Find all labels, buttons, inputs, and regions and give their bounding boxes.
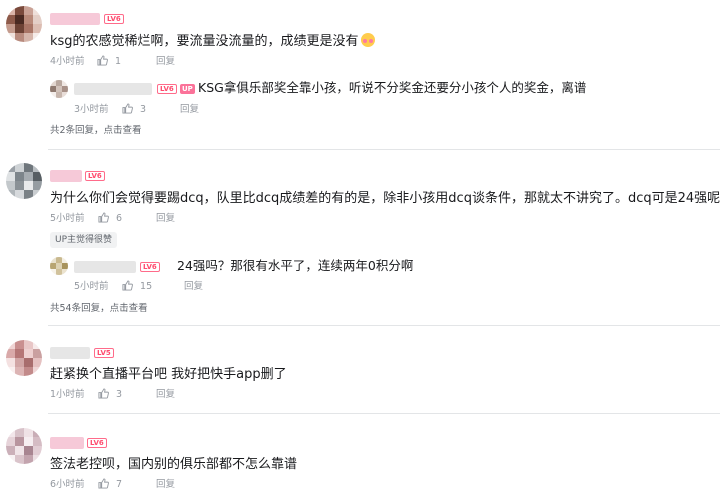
reply-text: KSG拿俱乐部奖全靠小孩，听说不分奖金还要分小孩个人的奖金，离谱 <box>198 80 587 95</box>
comment-text: 为什么你们会觉得要踢dcq，队里比dcq成绩差的有的是，除非小孩用dcq谈条件，… <box>50 191 720 206</box>
like-button[interactable]: 6 <box>98 212 122 226</box>
reply-like-button[interactable]: 15 <box>122 280 152 294</box>
reply-avatar[interactable] <box>50 80 68 98</box>
avatar[interactable] <box>6 428 42 464</box>
comment-item: LV5 赶紧换个直播平台吧 我好把快手app删了 1小时前 3 回复 <box>0 326 720 412</box>
level-badge: LV6 <box>104 14 124 24</box>
like-button[interactable]: 3 <box>98 388 122 402</box>
username[interactable] <box>50 170 82 182</box>
reply-reply-button[interactable]: 回复 <box>180 103 199 117</box>
reply-level-badge: LV6 <box>140 262 160 272</box>
reply-avatar[interactable] <box>50 257 68 275</box>
like-button[interactable]: 1 <box>97 55 121 69</box>
level-badge: LV6 <box>87 438 107 448</box>
like-count: 7 <box>116 479 123 490</box>
reply-meta: 5小时前 15 回复 <box>74 280 274 294</box>
reply-button[interactable]: 回复 <box>156 478 175 492</box>
avatar[interactable] <box>6 340 42 376</box>
thumb-up-icon <box>98 478 109 489</box>
thumb-up-icon <box>98 388 109 399</box>
reply-summary[interactable]: 共54条回复，点击查看 <box>50 302 148 316</box>
reply-like-button[interactable]: 3 <box>122 103 146 117</box>
thumb-up-icon <box>97 55 108 66</box>
like-button[interactable]: 7 <box>98 478 122 492</box>
comment-text-body: ksg的农感觉稀烂啊，要流量没流量的，成绩更是没有 <box>50 34 359 49</box>
reply-summary[interactable]: 共2条回复，点击查看 <box>50 124 142 138</box>
reply-timestamp: 5小时前 <box>74 281 109 292</box>
reply-meta: 3小时前 3 回复 <box>74 103 274 117</box>
comment-meta: 6小时前 7 回复 <box>50 478 250 492</box>
comment-item: LV6 为什么你们会觉得要踢dcq，队里比dcq成绩差的有的是，除非小孩用dcq… <box>0 150 720 330</box>
reply-text: 24强吗？那很有水平了，连续两年0积分啊 <box>177 258 414 273</box>
timestamp: 1小时前 <box>50 389 85 400</box>
level-badge: LV5 <box>94 348 114 358</box>
reply-count-text: 共54条回复， <box>50 303 110 314</box>
thumb-up-icon <box>122 280 133 291</box>
comment-text: 签法老控呗，国内别的俱乐部都不怎么靠谱 <box>50 457 298 472</box>
blush-emoji-icon <box>360 33 375 47</box>
username[interactable] <box>50 347 90 359</box>
reply-timestamp: 3小时前 <box>74 104 109 115</box>
comment-item: LV6 ksg的农感觉稀烂啊，要流量没流量的，成绩更是没有 4小时前 1 回复 … <box>0 0 720 150</box>
like-count: 6 <box>116 213 123 224</box>
timestamp: 6小时前 <box>50 479 85 490</box>
avatar[interactable] <box>6 163 42 199</box>
reply-button[interactable]: 回复 <box>156 55 175 69</box>
thumb-up-icon <box>122 103 133 114</box>
reply-reply-button[interactable]: 回复 <box>184 280 203 294</box>
up-badge: UP <box>180 84 195 94</box>
comment-item: LV6 签法老控呗，国内别的俱乐部都不怎么靠谱 6小时前 7 回复 <box>0 414 720 499</box>
comment-text: 赶紧换个直播平台吧 我好把快手app删了 <box>50 367 287 382</box>
up-liked-badge: UP主觉得很赞 <box>50 232 118 248</box>
reply-like-count: 15 <box>140 281 153 292</box>
username[interactable] <box>50 437 84 449</box>
reply-level-badge: LV6 <box>157 84 177 94</box>
reply-username[interactable] <box>74 261 136 273</box>
thumb-up-icon <box>98 212 109 223</box>
comment-text: ksg的农感觉稀烂啊，要流量没流量的，成绩更是没有 <box>50 33 375 51</box>
like-count: 1 <box>115 56 122 67</box>
like-count: 3 <box>116 389 123 400</box>
reply-button[interactable]: 回复 <box>156 212 175 226</box>
comment-meta: 5小时前 6 回复 <box>50 212 250 226</box>
comment-meta: 4小时前 1 回复 <box>50 55 250 69</box>
view-replies-link[interactable]: 点击查看 <box>104 125 142 136</box>
username[interactable] <box>50 13 100 25</box>
timestamp: 4小时前 <box>50 56 85 67</box>
comment-meta: 1小时前 3 回复 <box>50 388 250 402</box>
reply-like-count: 3 <box>140 104 147 115</box>
view-replies-link[interactable]: 点击查看 <box>110 303 148 314</box>
avatar[interactable] <box>6 6 42 42</box>
reply-username[interactable] <box>74 83 152 95</box>
reply-button[interactable]: 回复 <box>156 388 175 402</box>
timestamp: 5小时前 <box>50 213 85 224</box>
reply-count-text: 共2条回复， <box>50 125 104 136</box>
level-badge: LV6 <box>85 171 105 181</box>
